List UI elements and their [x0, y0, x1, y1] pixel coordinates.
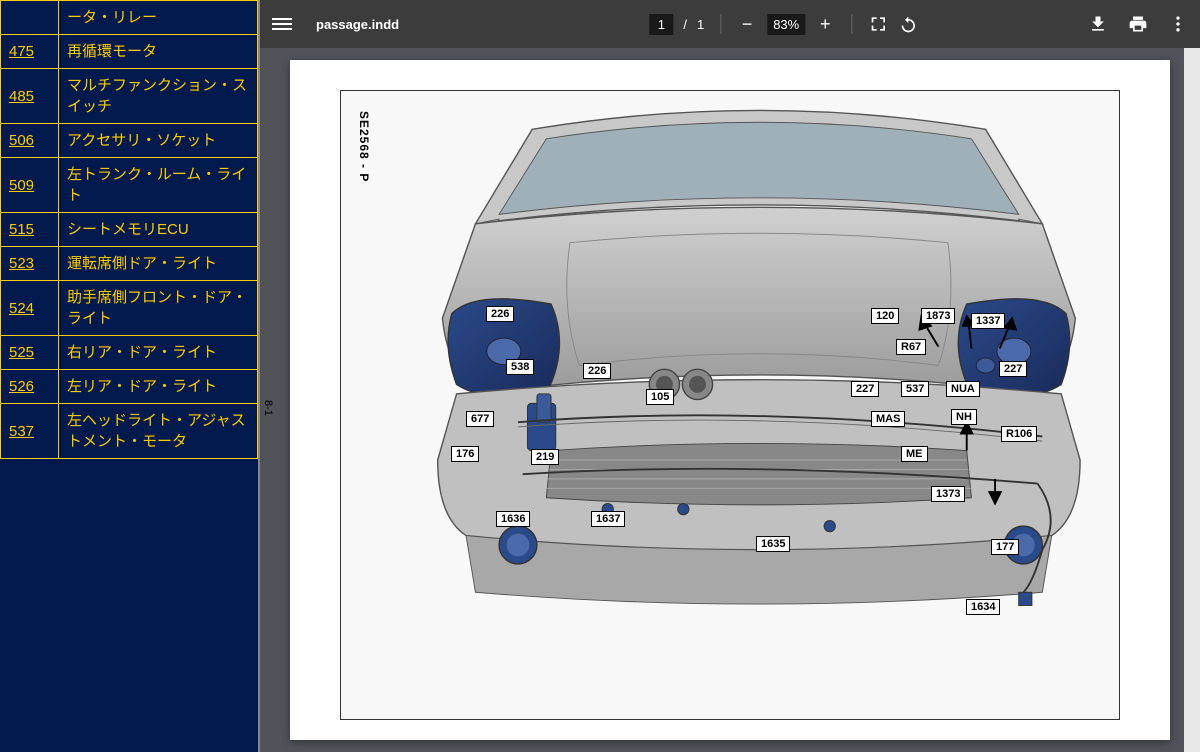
toolbar-divider: [720, 14, 721, 34]
diagram-label: 219: [531, 449, 559, 465]
index-code[interactable]: 523: [1, 247, 59, 281]
diagram-label: 677: [466, 411, 494, 427]
index-code[interactable]: 485: [1, 69, 59, 124]
index-code[interactable]: 524: [1, 281, 59, 336]
diagram-label: 176: [451, 446, 479, 462]
zoom-out-button[interactable]: −: [737, 14, 757, 35]
diagram-label: NH: [951, 409, 977, 425]
page-zoom-controls: / 1 − 83% +: [649, 14, 918, 35]
diagram-label: 1636: [496, 511, 530, 527]
index-row[interactable]: 515シートメモリECU: [1, 213, 258, 247]
index-description: 左ヘッドライト・アジャストメント・モータ: [59, 404, 258, 459]
rotate-icon[interactable]: [898, 14, 918, 34]
index-row[interactable]: 537左ヘッドライト・アジャストメント・モータ: [1, 404, 258, 459]
index-description: 運転席側ドア・ライト: [59, 247, 258, 281]
diagram-code: SE2568 - P: [357, 111, 371, 182]
index-row[interactable]: 526左リア・ドア・ライト: [1, 370, 258, 404]
fit-page-icon[interactable]: [868, 14, 888, 34]
index-description: 助手席側フロント・ドア・ライト: [59, 281, 258, 336]
diagram-label: 1634: [966, 599, 1000, 615]
index-code[interactable]: 526: [1, 370, 59, 404]
index-description: 右リア・ドア・ライト: [59, 336, 258, 370]
zoom-in-button[interactable]: +: [815, 14, 835, 35]
toolbar-right: [1088, 14, 1188, 34]
diagram-label: 226: [486, 306, 514, 322]
more-icon[interactable]: [1168, 14, 1188, 34]
diagram-label: 537: [901, 381, 929, 397]
diagram-label: MAS: [871, 411, 905, 427]
diagram-label: 1337: [971, 313, 1005, 329]
document-page: 8-1 S1 SE2568 - P: [290, 60, 1170, 740]
index-row[interactable]: 485マルチファンクション・スイッチ: [1, 69, 258, 124]
page-margin-number: 8-1: [262, 400, 274, 416]
sidebar-index: ータ・リレー475再循環モータ485マルチファンクション・スイッチ506アクセサ…: [0, 0, 260, 752]
diagram-label: 105: [646, 389, 674, 405]
index-code[interactable]: 515: [1, 213, 59, 247]
index-description: シートメモリECU: [59, 213, 258, 247]
menu-icon[interactable]: [272, 14, 292, 34]
diagram-label: 1635: [756, 536, 790, 552]
index-row[interactable]: 509左トランク・ルーム・ライト: [1, 158, 258, 213]
diagram-label: NUA: [946, 381, 980, 397]
document-filename: passage.indd: [316, 17, 399, 32]
download-icon[interactable]: [1088, 14, 1108, 34]
index-row[interactable]: 525右リア・ドア・ライト: [1, 336, 258, 370]
toolbar-divider: [851, 14, 852, 34]
index-description: ータ・リレー: [59, 1, 258, 35]
diagram-label: 1873: [921, 308, 955, 324]
index-row[interactable]: 523運転席側ドア・ライト: [1, 247, 258, 281]
diagram-frame: SE2568 - P: [340, 90, 1120, 720]
index-description: 左リア・ドア・ライト: [59, 370, 258, 404]
index-code[interactable]: 525: [1, 336, 59, 370]
diagram-label: R106: [1001, 426, 1037, 442]
print-icon[interactable]: [1128, 14, 1148, 34]
diagram-label: 227: [999, 361, 1027, 377]
index-description: 再循環モータ: [59, 35, 258, 69]
viewer-scrollbar[interactable]: [1184, 48, 1200, 752]
diagram-label: ME: [901, 446, 928, 462]
diagram-label: 1637: [591, 511, 625, 527]
diagram-label: 226: [583, 363, 611, 379]
page-area[interactable]: 8-1 S1 SE2568 - P: [260, 48, 1200, 752]
pdf-viewer: passage.indd / 1 − 83% + 8-1 S1 SE2568 -…: [260, 0, 1200, 752]
index-row[interactable]: 475再循環モータ: [1, 35, 258, 69]
diagram-label: R67: [896, 339, 926, 355]
index-table: ータ・リレー475再循環モータ485マルチファンクション・スイッチ506アクセサ…: [0, 0, 258, 459]
page-number-input[interactable]: [649, 14, 673, 35]
diagram-label: 177: [991, 539, 1019, 555]
page-separator: /: [683, 17, 687, 32]
index-code[interactable]: [1, 1, 59, 35]
index-row[interactable]: 524助手席側フロント・ドア・ライト: [1, 281, 258, 336]
index-code[interactable]: 509: [1, 158, 59, 213]
index-description: 左トランク・ルーム・ライト: [59, 158, 258, 213]
diagram-label: 227: [851, 381, 879, 397]
index-description: マルチファンクション・スイッチ: [59, 69, 258, 124]
index-row[interactable]: ータ・リレー: [1, 1, 258, 35]
viewer-toolbar: passage.indd / 1 − 83% +: [260, 0, 1200, 48]
index-description: アクセサリ・ソケット: [59, 124, 258, 158]
index-code[interactable]: 475: [1, 35, 59, 69]
index-row[interactable]: 506アクセサリ・ソケット: [1, 124, 258, 158]
index-code[interactable]: 506: [1, 124, 59, 158]
diagram-label: 1373: [931, 486, 965, 502]
index-code[interactable]: 537: [1, 404, 59, 459]
diagram-label: 120: [871, 308, 899, 324]
car-diagram: [381, 101, 1099, 677]
diagram-label: 538: [506, 359, 534, 375]
page-total: 1: [697, 17, 704, 32]
zoom-level[interactable]: 83%: [767, 14, 805, 35]
